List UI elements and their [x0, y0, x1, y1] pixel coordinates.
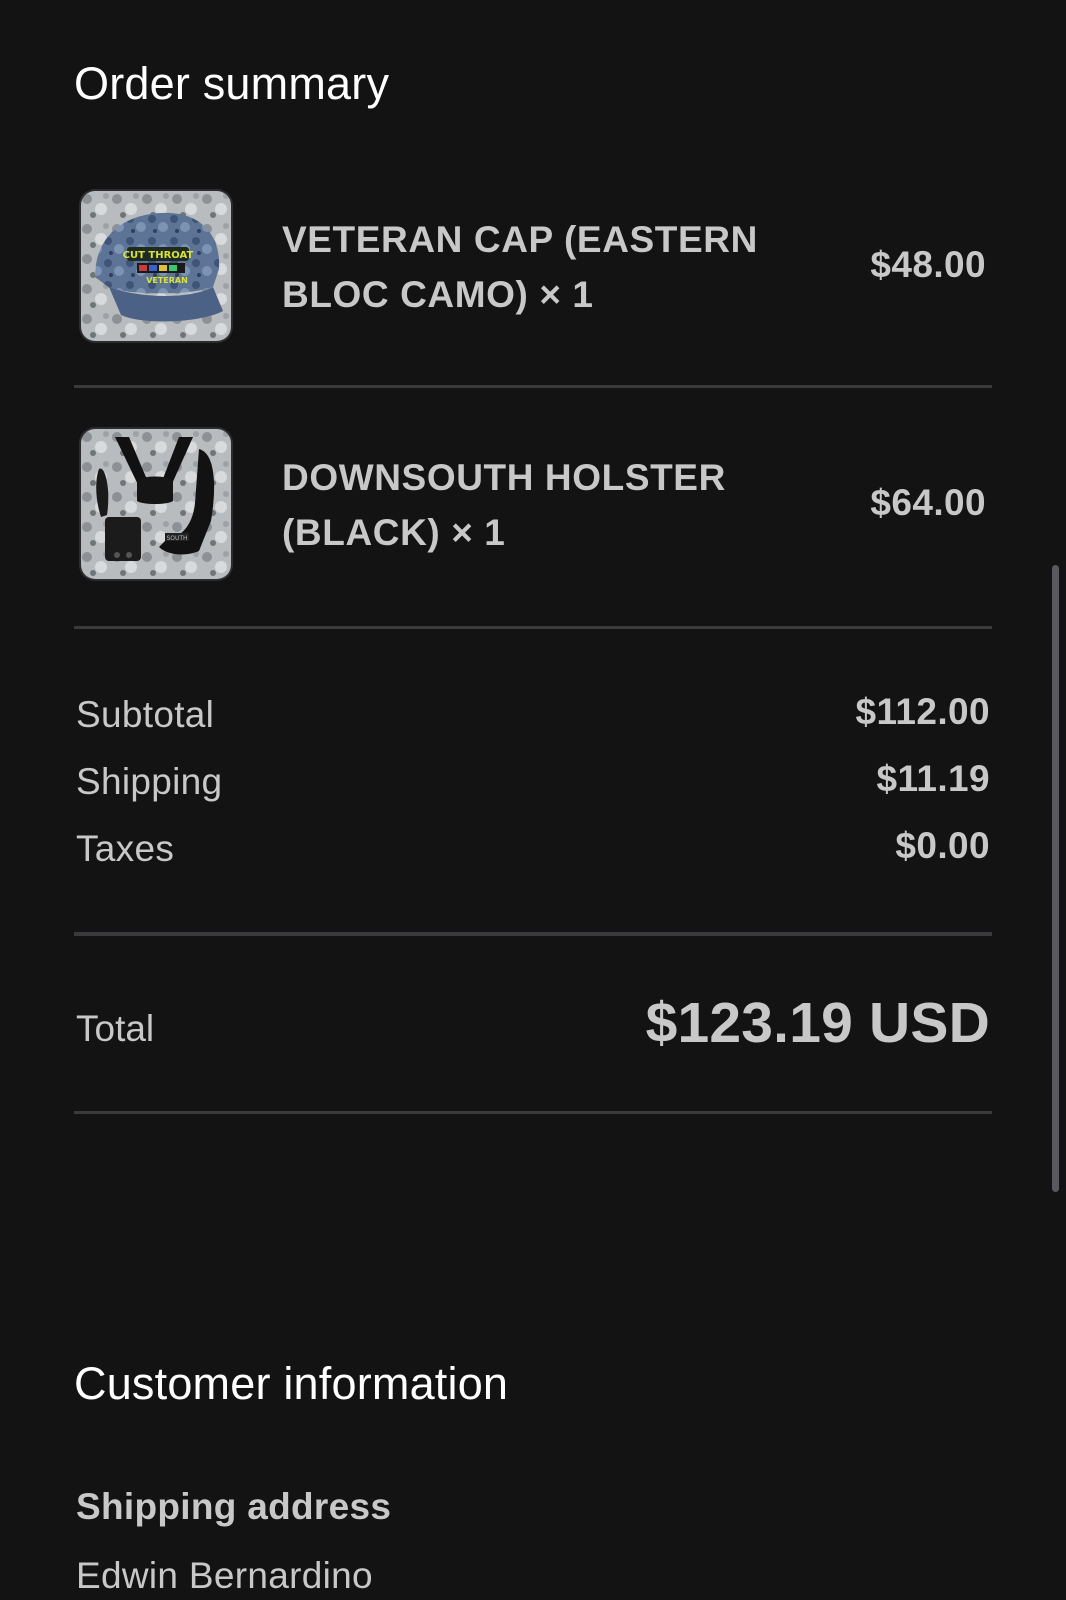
taxes-row: Taxes $0.00 — [76, 825, 990, 878]
shipping-label: Shipping — [76, 761, 223, 802]
divider — [74, 1111, 992, 1114]
svg-text:CUT THROAT: CUT THROAT — [123, 250, 194, 261]
svg-text:SOUTH: SOUTH — [166, 535, 187, 542]
camo-cap-image: CUT THROAT VETERAN — [81, 191, 231, 341]
line-item: SOUTH DOWNSOUTH HOLSTER (BLACK) × 1 $64.… — [74, 426, 992, 594]
divider — [74, 932, 992, 936]
taxes-label: Taxes — [76, 828, 175, 869]
shipping-address-heading: Shipping address — [76, 1486, 392, 1527]
shipping-address-name: Edwin Bernardino — [76, 1555, 373, 1596]
holster-image: SOUTH — [81, 429, 231, 579]
line-item: CUT THROAT VETERAN VETERAN CAP (EASTERN … — [74, 188, 992, 356]
subtotal-row: Subtotal $112.00 — [76, 691, 990, 744]
total-row: Total $123.19 USD — [76, 990, 990, 1060]
item-name: DOWNSOUTH HOLSTER (BLACK) × 1 — [282, 457, 726, 553]
subtotal-value: $112.00 — [855, 691, 990, 732]
order-summary-title: Order summary — [74, 58, 390, 109]
scrollbar[interactable] — [1052, 565, 1059, 1192]
shipping-value: $11.19 — [876, 758, 990, 799]
order-status-page: Order summary CUT THROAT VETERAN VETERAN… — [0, 0, 1066, 1600]
divider — [74, 385, 992, 388]
taxes-value: $0.00 — [895, 825, 990, 866]
divider — [74, 626, 992, 629]
item-price: $48.00 — [870, 244, 986, 285]
item-name: VETERAN CAP (EASTERN BLOC CAMO) × 1 — [282, 219, 758, 315]
svg-text:VETERAN: VETERAN — [146, 276, 188, 285]
shipping-row: Shipping $11.19 — [76, 758, 990, 811]
subtotal-label: Subtotal — [76, 694, 215, 735]
total-label: Total — [76, 1008, 155, 1049]
customer-information-title: Customer information — [74, 1358, 509, 1409]
item-price: $64.00 — [870, 482, 986, 523]
total-value: $123.19 USD — [645, 991, 990, 1055]
